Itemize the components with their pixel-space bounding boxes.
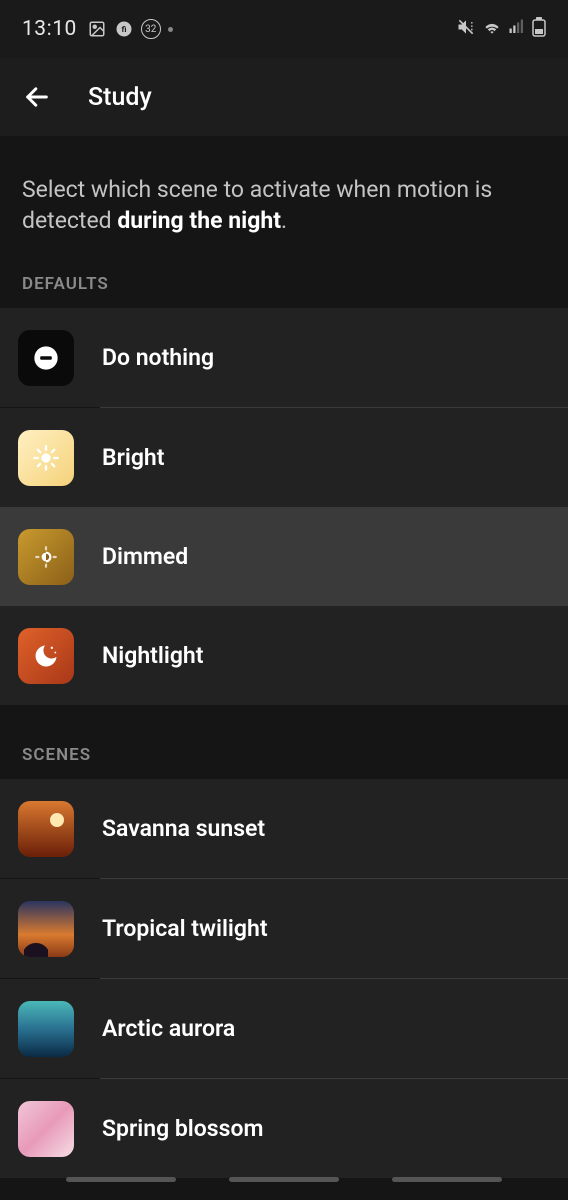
bright-icon [18, 430, 74, 486]
dimmed-icon [18, 529, 74, 585]
instruction-suffix: . [281, 207, 287, 234]
tropical-thumbnail [18, 901, 74, 957]
back-arrow-icon [23, 83, 51, 111]
page-title: Study [88, 83, 152, 112]
row-label: Spring blossom [102, 1115, 263, 1142]
image-icon [87, 19, 107, 39]
status-left: 13:10 fi 32 [22, 17, 173, 41]
arctic-thumbnail [18, 1001, 74, 1057]
row-label: Bright [102, 444, 165, 471]
status-icon-group: fi 32 [87, 19, 173, 39]
nav-recent-button[interactable] [66, 1177, 176, 1182]
blossom-thumbnail [18, 1101, 74, 1157]
nav-back-button[interactable] [392, 1177, 502, 1182]
signal-icon [508, 18, 526, 40]
row-label: Dimmed [102, 543, 188, 570]
donothing-icon [18, 330, 74, 386]
nightlight-icon [18, 628, 74, 684]
row-label: Nightlight [102, 642, 204, 669]
wifi-icon [482, 17, 502, 41]
status-dot-icon [168, 27, 173, 32]
section-header-defaults: DEFAULTS [0, 274, 568, 308]
nav-home-button[interactable] [229, 1177, 339, 1182]
status-time: 13:10 [22, 17, 77, 41]
default-row-dimmed[interactable]: Dimmed [0, 507, 568, 606]
instruction-bold: during the night [117, 207, 281, 234]
fi-icon: fi [114, 19, 134, 39]
system-nav-bar [0, 1164, 568, 1194]
scenes-list: Savanna sunset Tropical twilight Arctic … [0, 779, 568, 1178]
scene-row-arctic[interactable]: Arctic aurora [0, 979, 568, 1078]
mute-vibrate-icon [456, 17, 476, 41]
instruction-text: Select which scene to activate when moti… [0, 136, 568, 274]
battery-icon [532, 17, 546, 41]
savanna-thumbnail [18, 801, 74, 857]
row-label: Savanna sunset [102, 815, 265, 842]
scene-row-tropical[interactable]: Tropical twilight [0, 879, 568, 978]
default-row-bright[interactable]: Bright [0, 408, 568, 507]
defaults-list: Do nothing Bright Dimmed Nightlight [0, 308, 568, 705]
scene-row-savanna[interactable]: Savanna sunset [0, 779, 568, 878]
row-label: Arctic aurora [102, 1015, 235, 1042]
status-bar: 13:10 fi 32 [0, 0, 568, 58]
section-header-scenes: SCENES [0, 745, 568, 779]
svg-text:fi: fi [121, 25, 126, 35]
row-label: Tropical twilight [102, 915, 268, 942]
app-header: Study [0, 58, 568, 136]
row-label: Do nothing [102, 344, 214, 371]
notification-badge: 32 [141, 19, 161, 39]
status-right [456, 17, 546, 41]
back-button[interactable] [22, 82, 52, 112]
default-row-nightlight[interactable]: Nightlight [0, 606, 568, 705]
default-row-donothing[interactable]: Do nothing [0, 308, 568, 407]
